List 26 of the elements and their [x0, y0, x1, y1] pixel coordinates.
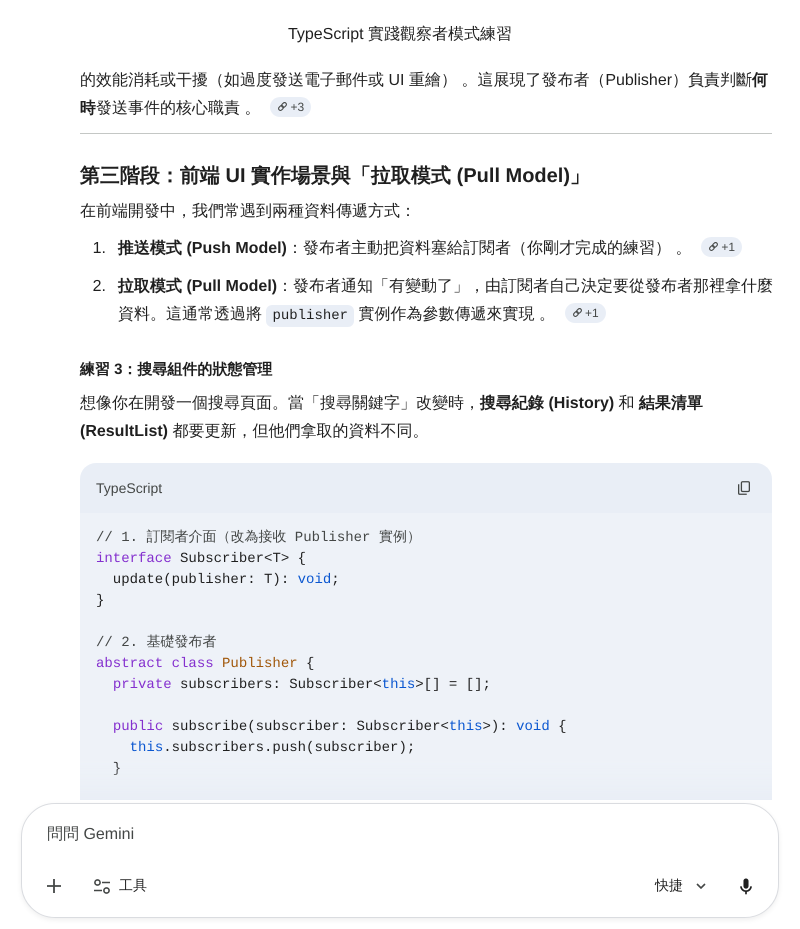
plus-icon: [47, 879, 61, 893]
list-item-text: 推送模式 (Push Model)：發布者主動把資料塞給訂閱者（你剛才完成的練習） 。 +1: [118, 235, 776, 263]
source-chip[interactable]: +1: [564, 302, 606, 322]
list-number: 1.: [92, 239, 107, 259]
tools-button[interactable]: 工具: [80, 866, 159, 906]
link-icon: [708, 241, 720, 252]
microphone-icon: [740, 878, 752, 894]
section-heading: 第三階段：前端 UI 實作場景與「拉取模式 (Pull Model)」: [80, 164, 591, 189]
copy-icon: [738, 481, 750, 495]
source-chip[interactable]: +3: [270, 96, 312, 116]
link-icon: [572, 307, 583, 318]
mode-button[interactable]: 快捷: [643, 866, 718, 906]
exercise-heading: 練習 3：搜尋組件的狀態管理: [80, 360, 274, 380]
tune-icon: [94, 878, 110, 894]
link-icon: [277, 101, 288, 112]
paragraph-text: 想像你在開發一個搜尋頁面。當「搜尋關鍵字」改變時，搜尋紀錄 (History) 和 結果清單 (ResultList) 都要更新，但他們拿取的資料不同。: [80, 394, 704, 442]
paragraph-text: 的效能消耗或干擾（如過度發送電子郵件或 UI 重繪） 。這展現了發布者（Publisher）負責判斷何時發送事件的核心職責 。 +3: [80, 70, 770, 119]
caret-icon: [696, 883, 706, 889]
conversation-title: TypeScript 實踐觀察者模式練習: [288, 24, 512, 45]
list-item-text: 拉取模式 (Pull Model)：發布者通知「有變動了」，由訂閱者自己決定要從發布者那裡拿什麼資料。這通常透過將 publisher 實例作為參數傳遞來實現 。 +1: [118, 273, 776, 330]
code-language: TypeScript: [96, 479, 162, 498]
source-chip[interactable]: +1: [701, 236, 742, 256]
paragraph-text: 在前端開發中，我們常遇到兩種資料傳遞方式：: [80, 202, 417, 222]
prompt-field[interactable]: 問問 Gemini: [34, 823, 766, 847]
inline-code: publisher: [266, 305, 354, 327]
list-number: 2.: [92, 277, 107, 297]
